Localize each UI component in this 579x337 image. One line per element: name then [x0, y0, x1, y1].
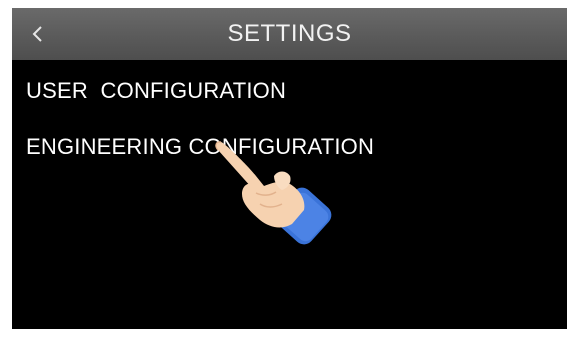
- settings-screen: SETTINGS USER CONFIGURATION ENGINEERING …: [12, 8, 567, 329]
- hand-skin: [215, 141, 305, 228]
- menu-item-user-configuration[interactable]: USER CONFIGURATION: [26, 78, 286, 104]
- header-bar: SETTINGS: [12, 8, 567, 60]
- pointing-hand-icon: [215, 141, 332, 245]
- page-title: SETTINGS: [227, 20, 352, 47]
- device-frame: SETTINGS USER CONFIGURATION ENGINEERING …: [0, 0, 579, 337]
